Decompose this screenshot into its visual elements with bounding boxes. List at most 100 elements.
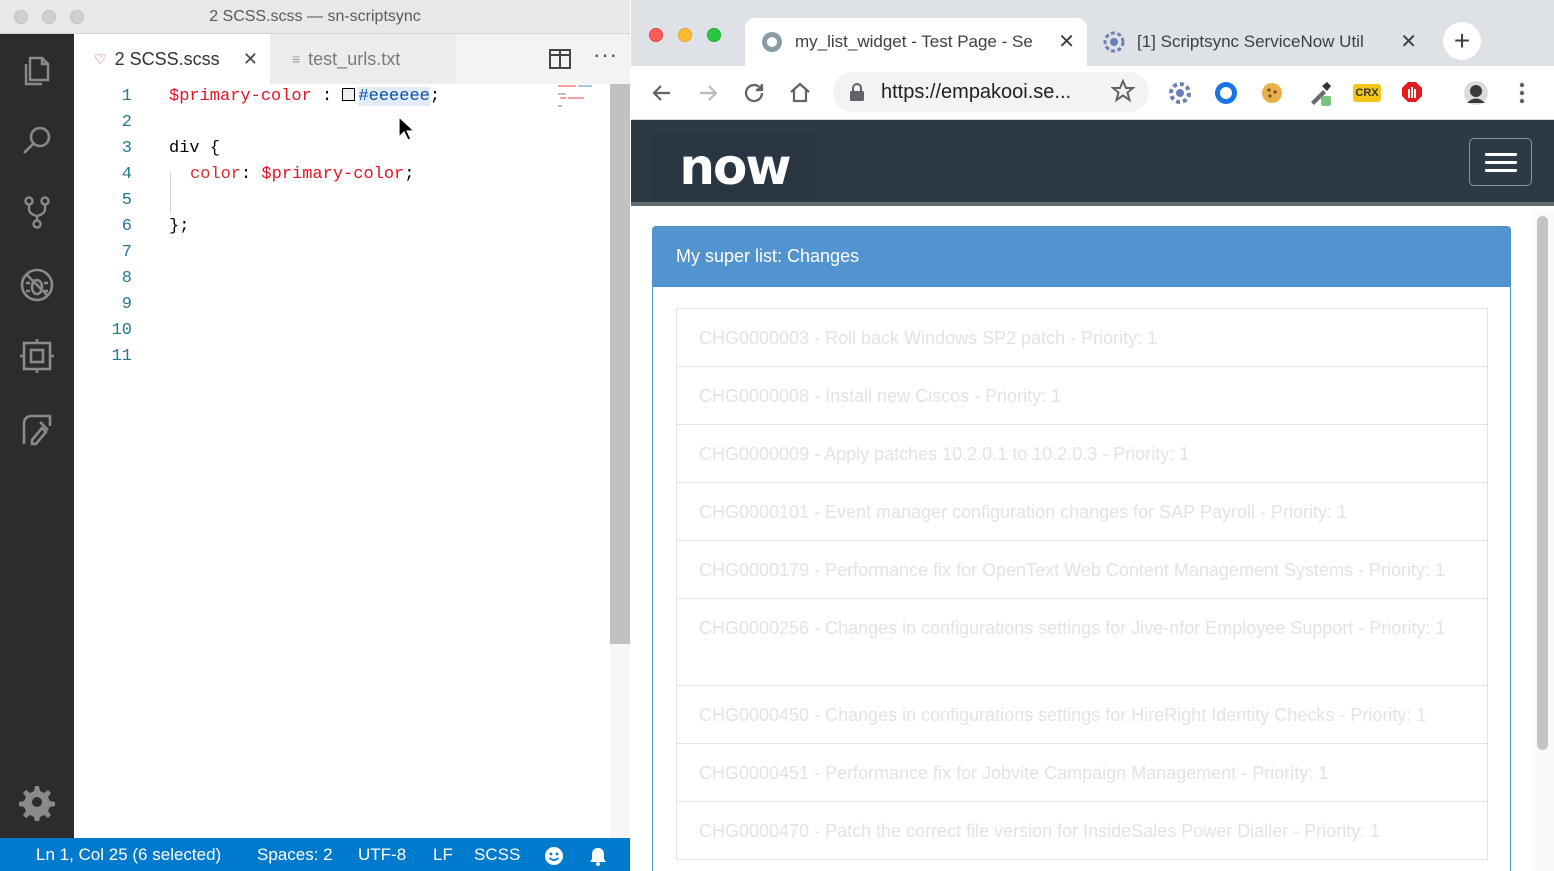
tab-test-urls[interactable]: ≡ test_urls.txt xyxy=(270,34,456,84)
explorer-icon[interactable] xyxy=(17,51,57,91)
browser-close-button[interactable] xyxy=(649,28,663,42)
code-line-1[interactable]: $primary-color : #eeeeee; xyxy=(169,87,440,106)
gear-favicon-icon xyxy=(1103,31,1125,53)
feedback-smiley-icon[interactable] xyxy=(544,846,564,866)
stop-hand-extension-icon[interactable] xyxy=(1399,80,1425,106)
list-item[interactable]: CHG0000101 - Event manager configuration… xyxy=(676,482,1488,541)
list-item[interactable]: CHG0000470 - Patch the correct file vers… xyxy=(676,801,1488,860)
selected-color-value: #eeeeee xyxy=(358,87,430,106)
vscode-titlebar: 2 SCSS.scss — sn-scriptsync xyxy=(0,0,630,34)
editor-scrollbar[interactable] xyxy=(610,84,630,838)
code-line-6[interactable]: }; xyxy=(169,217,189,236)
minimap[interactable] xyxy=(556,84,606,114)
browser-tab-active[interactable]: my_list_widget - Test Page - Se ✕ xyxy=(745,18,1087,66)
logo-text: now xyxy=(679,138,791,196)
close-tab-icon[interactable]: ✕ xyxy=(1400,29,1417,54)
indent-guide xyxy=(170,172,171,214)
browser-zoom-button[interactable] xyxy=(707,28,721,42)
reload-button[interactable] xyxy=(739,78,769,108)
browser-toolbar: https://empakooi.se... CRX xyxy=(631,66,1554,120)
eyedropper-extension-icon[interactable] xyxy=(1307,80,1333,106)
split-editor-icon[interactable] xyxy=(548,47,572,71)
search-icon[interactable] xyxy=(17,121,57,161)
close-icon[interactable]: ✕ xyxy=(243,49,258,70)
code-punctuation: : xyxy=(311,87,343,106)
browser-minimize-button[interactable] xyxy=(678,28,692,42)
list-widget-panel: My super list: Changes CHG0000003 - Roll… xyxy=(652,226,1511,871)
line-number: 6 xyxy=(121,217,132,236)
list-item[interactable]: CHG0000008 - Install new Ciscos - Priori… xyxy=(676,366,1488,425)
source-control-icon[interactable] xyxy=(17,192,57,232)
gear-extension-icon[interactable] xyxy=(1167,80,1193,106)
page-scrollbar[interactable] xyxy=(1533,210,1554,871)
forward-button[interactable] xyxy=(693,78,723,108)
scss-variable: $primary-color xyxy=(169,87,312,106)
code-line-4[interactable]: color: $primary-color; xyxy=(190,165,414,184)
browser-tab-inactive[interactable]: [1] Scriptsync ServiceNow Util ✕ xyxy=(1089,18,1429,66)
web-page: now My super list: Changes CHG0000003 - … xyxy=(631,120,1554,871)
lock-icon[interactable] xyxy=(849,83,865,101)
color-swatch-icon[interactable] xyxy=(342,88,356,101)
list-item[interactable]: CHG0000179 - Performance fix for OpenTex… xyxy=(676,540,1488,599)
debug-icon[interactable] xyxy=(17,265,57,305)
status-bar: Ln 1, Col 25 (6 selected) Spaces: 2 UTF-… xyxy=(0,838,630,871)
notifications-bell-icon[interactable] xyxy=(588,846,608,866)
list-item[interactable]: CHG0000256 - Changes in configurations s… xyxy=(676,598,1488,686)
list-item[interactable]: CHG0000003 - Roll back Windows SP2 patch… xyxy=(676,308,1488,367)
home-button[interactable] xyxy=(785,78,815,108)
line-number: 1 xyxy=(121,87,132,106)
tab-title: my_list_widget - Test Page - Se xyxy=(795,32,1033,51)
browser-menu-icon[interactable] xyxy=(1509,80,1535,106)
address-bar[interactable]: https://empakooi.se... xyxy=(833,72,1149,112)
servicenow-favicon-icon xyxy=(762,32,782,52)
site-navbar: now xyxy=(631,120,1554,206)
panel-title: My super list: Changes xyxy=(653,227,1510,287)
code-punctuation: ; xyxy=(404,165,415,184)
new-tab-button[interactable]: + xyxy=(1443,22,1481,60)
activity-bar xyxy=(0,34,74,838)
code-line-3[interactable]: div { xyxy=(169,139,220,158)
editor-scrollbar-thumb[interactable] xyxy=(610,84,630,644)
cursor-position[interactable]: Ln 1, Col 25 (6 selected) xyxy=(36,845,221,865)
code-editor[interactable]: 1 2 3 4 5 6 7 8 9 10 11 $primary-color :… xyxy=(74,84,630,838)
tab-label: 2 SCSS.scss xyxy=(114,48,220,69)
editor-tab-bar: ♡ 2 SCSS.scss ✕ ≡ test_urls.txt ··· xyxy=(74,34,630,84)
cookie-extension-icon[interactable] xyxy=(1259,80,1285,106)
circle-extension-icon[interactable] xyxy=(1213,80,1239,106)
crx-label: CRX xyxy=(1353,84,1381,102)
file-encoding[interactable]: UTF-8 xyxy=(358,845,406,865)
remote-explorer-icon[interactable] xyxy=(17,409,57,449)
page-scrollbar-thumb[interactable] xyxy=(1537,216,1548,750)
list-item[interactable]: CHG0000451 - Performance fix for Jobvite… xyxy=(676,743,1488,802)
line-number: 8 xyxy=(121,269,132,288)
scss-variable: $primary-color xyxy=(261,165,405,184)
close-tab-icon[interactable]: ✕ xyxy=(1058,29,1075,54)
back-button[interactable] xyxy=(647,78,677,108)
crx-extension-icon[interactable]: CRX xyxy=(1352,80,1382,106)
list-item[interactable]: CHG0000450 - Changes in configurations s… xyxy=(676,685,1488,744)
tab-label: test_urls.txt xyxy=(308,48,401,69)
code-punctuation: : xyxy=(241,165,262,184)
url-text: https://empakooi.se... xyxy=(881,81,1072,103)
more-actions-icon[interactable]: ··· xyxy=(593,42,618,68)
language-mode[interactable]: SCSS xyxy=(474,845,520,865)
line-number: 10 xyxy=(111,321,132,340)
bookmark-star-icon[interactable] xyxy=(1111,79,1135,103)
profile-avatar-icon[interactable] xyxy=(1463,80,1489,106)
browser-window: my_list_widget - Test Page - Se ✕ [1] Sc… xyxy=(631,0,1554,871)
vscode-window: 2 SCSS.scss — sn-scriptsync ♡ 2 SCSS.scs… xyxy=(0,0,630,871)
list-item[interactable]: CHG0000009 - Apply patches 10.2.0.1 to 1… xyxy=(676,424,1488,483)
line-number: 7 xyxy=(121,243,132,262)
line-number: 4 xyxy=(121,165,132,184)
line-number: 9 xyxy=(121,295,132,314)
extensions-icon[interactable] xyxy=(17,336,57,376)
servicenow-logo[interactable]: now xyxy=(652,134,817,200)
indentation-setting[interactable]: Spaces: 2 xyxy=(257,845,333,865)
hamburger-menu-icon[interactable] xyxy=(1469,138,1532,186)
tab-scss-file[interactable]: ♡ 2 SCSS.scss ✕ xyxy=(74,34,270,84)
tab-title: [1] Scriptsync ServiceNow Util xyxy=(1137,32,1364,51)
line-number: 5 xyxy=(121,191,132,210)
settings-gear-icon[interactable] xyxy=(17,782,57,822)
line-ending[interactable]: LF xyxy=(433,845,453,865)
scss-file-icon: ♡ xyxy=(94,50,107,67)
